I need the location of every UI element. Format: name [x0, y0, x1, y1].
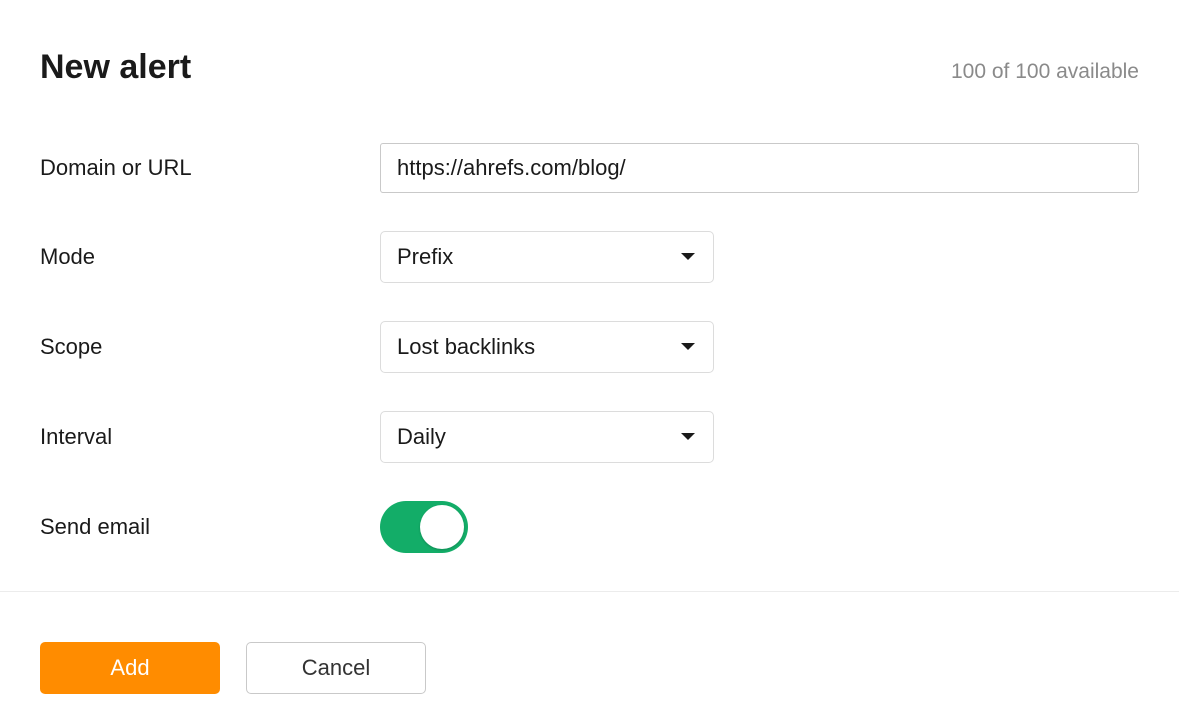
interval-value: Daily [397, 424, 446, 450]
interval-label: Interval [40, 424, 380, 450]
send-email-toggle[interactable] [380, 501, 468, 553]
page-title: New alert [40, 48, 191, 87]
toggle-knob [420, 505, 464, 549]
scope-value: Lost backlinks [397, 334, 535, 360]
mode-label: Mode [40, 244, 380, 270]
quota-text: 100 of 100 available [951, 60, 1139, 84]
form-header: New alert 100 of 100 available [40, 48, 1139, 87]
new-alert-form: New alert 100 of 100 available Domain or… [0, 0, 1179, 553]
row-send-email: Send email [40, 501, 1139, 553]
add-button[interactable]: Add [40, 642, 220, 694]
mode-value: Prefix [397, 244, 453, 270]
scope-label: Scope [40, 334, 380, 360]
row-scope: Scope Lost backlinks [40, 321, 1139, 373]
mode-select[interactable]: Prefix [380, 231, 714, 283]
row-domain: Domain or URL [40, 143, 1139, 193]
scope-select[interactable]: Lost backlinks [380, 321, 714, 373]
interval-select[interactable]: Daily [380, 411, 714, 463]
row-interval: Interval Daily [40, 411, 1139, 463]
send-email-label: Send email [40, 514, 380, 540]
domain-label: Domain or URL [40, 155, 380, 181]
domain-input[interactable] [380, 143, 1139, 193]
row-mode: Mode Prefix [40, 231, 1139, 283]
cancel-button[interactable]: Cancel [246, 642, 426, 694]
form-footer: Add Cancel [0, 592, 1179, 694]
